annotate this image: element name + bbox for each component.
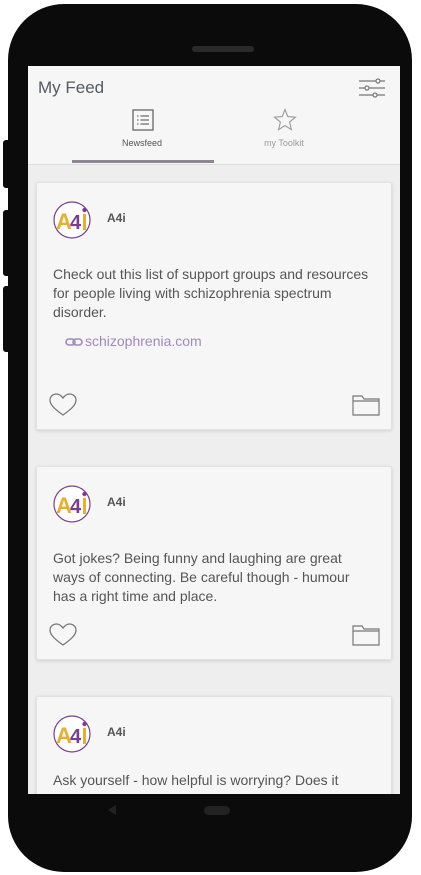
feed-card[interactable]: A 4 A4i Check out this list of support g… [36,182,392,430]
app-screen: My Feed Newsfeed my Toolkit A 4 A4i Chec… [28,66,400,794]
post-author: A4i [107,495,126,509]
home-pill-button[interactable] [204,806,230,815]
page-title: My Feed [38,78,105,97]
svg-text:4: 4 [70,212,82,234]
post-link-label: schizophrenia.com [85,333,202,349]
phone-side-button-low [3,286,11,352]
post-text: Got jokes? Being funny and laughing are … [53,550,350,604]
post-author: A4i [107,725,126,739]
heart-icon[interactable] [49,393,77,417]
post-author: A4i [107,211,126,225]
filter-icon[interactable] [358,76,386,100]
phone-side-button-mid [3,210,11,276]
svg-text:4: 4 [70,726,82,748]
a4i-logo-icon: A 4 [53,715,91,753]
back-icon[interactable] [106,804,118,816]
tab-my-toolkit-label: my Toolkit [264,138,304,148]
tab-newsfeed-label: Newsfeed [121,138,163,148]
svg-text:4: 4 [70,496,82,518]
folder-icon[interactable] [352,393,380,417]
star-icon [273,108,297,131]
heart-icon[interactable] [49,623,77,647]
phone-side-button-top [3,140,11,188]
post-link[interactable]: schizophrenia.com [65,333,202,349]
post-text: Check out this list of support groups an… [53,266,369,320]
active-tab-indicator [72,160,214,163]
a4i-logo-icon: A 4 [53,485,91,523]
tab-newsfeed[interactable]: Newsfeed [72,108,212,158]
feed-card[interactable]: A 4 A4i Ask yourself - how helpful is wo… [36,696,392,794]
app-bar: My Feed Newsfeed my Toolkit [28,66,400,165]
post-text: Ask yourself - how helpful is worrying? … [53,772,339,794]
a4i-logo-icon: A 4 [53,201,91,239]
system-nav-bar [28,796,400,836]
phone-speaker [192,46,254,52]
feed-card[interactable]: A 4 A4i Got jokes? Being funny and laugh… [36,466,392,660]
folder-icon[interactable] [352,623,380,647]
link-icon [65,338,83,347]
tab-my-toolkit[interactable]: my Toolkit [214,108,354,158]
list-icon [132,109,154,131]
